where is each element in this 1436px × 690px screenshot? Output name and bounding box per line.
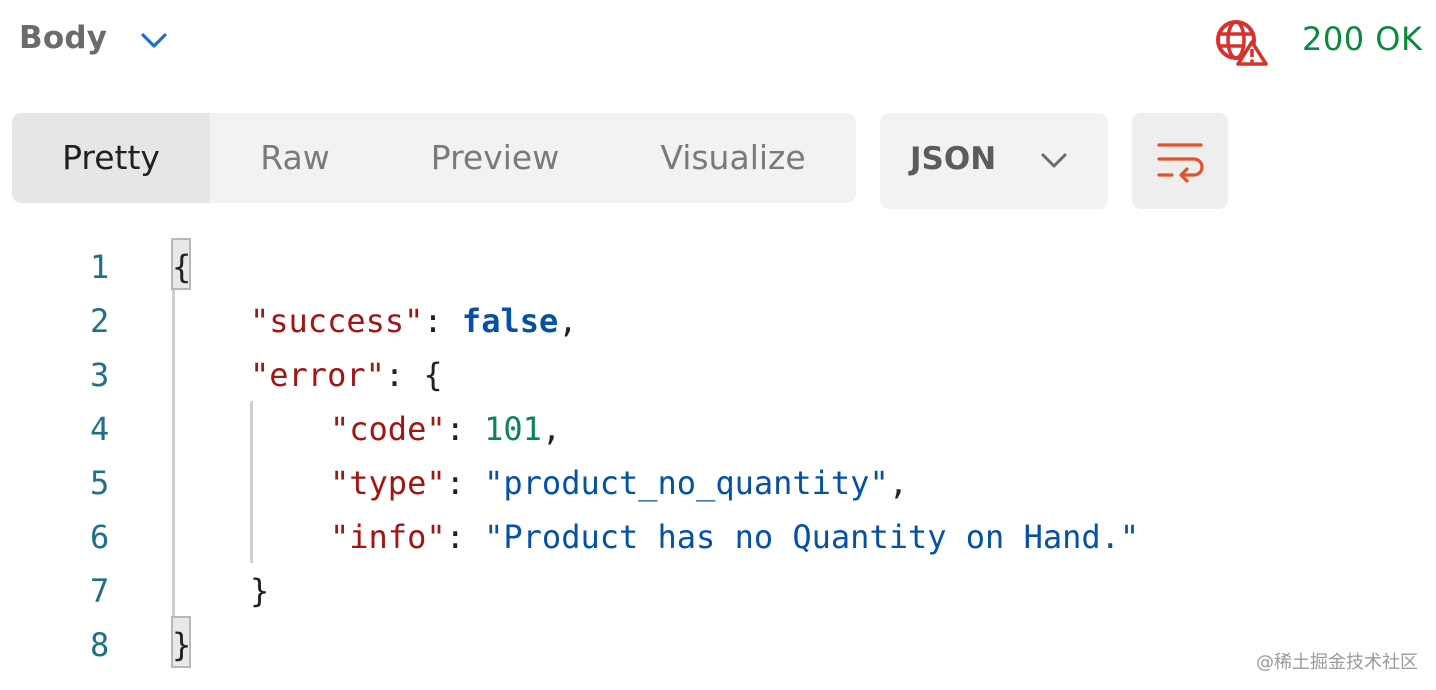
line-number: 1 bbox=[90, 248, 110, 286]
code-line: 7 } bbox=[0, 564, 1436, 618]
format-value: JSON bbox=[910, 141, 997, 177]
line-number: 5 bbox=[90, 464, 110, 502]
tab-pretty[interactable]: Pretty bbox=[12, 113, 210, 203]
close-brace: } bbox=[172, 626, 192, 664]
json-comma: , bbox=[541, 410, 562, 448]
line-number: 2 bbox=[90, 302, 110, 340]
close-brace: } bbox=[250, 572, 270, 610]
code-line: 3 "error": { bbox=[0, 348, 1436, 402]
code-line: 8 } bbox=[0, 618, 1436, 672]
json-separator: : bbox=[445, 410, 485, 448]
code-line: 5 "type": "product_no_quantity", bbox=[0, 456, 1436, 510]
wrap-lines-button[interactable] bbox=[1132, 113, 1228, 209]
tab-raw[interactable]: Raw bbox=[210, 113, 380, 203]
chevron-down-icon[interactable] bbox=[136, 26, 172, 56]
status-code: 200 OK bbox=[1302, 20, 1423, 58]
json-string: "Product has no Quantity on Hand." bbox=[484, 518, 1140, 556]
json-separator: : bbox=[445, 464, 485, 502]
tab-preview[interactable]: Preview bbox=[380, 113, 610, 203]
json-separator: : bbox=[445, 518, 485, 556]
json-key: "code" bbox=[330, 410, 446, 448]
json-string: "product_no_quantity" bbox=[484, 464, 889, 502]
open-brace: { bbox=[172, 248, 192, 286]
json-comma: , bbox=[558, 302, 578, 340]
format-dropdown[interactable]: JSON bbox=[880, 113, 1108, 209]
globe-warning-icon[interactable] bbox=[1214, 18, 1268, 66]
line-number: 6 bbox=[90, 518, 110, 556]
open-brace: { bbox=[423, 356, 443, 394]
code-line: 1 { bbox=[0, 240, 1436, 294]
view-tabs: Pretty Raw Preview Visualize bbox=[12, 113, 856, 203]
code-line: 6 "info": "Product has no Quantity on Ha… bbox=[0, 510, 1436, 564]
response-header: Body 200 OK bbox=[0, 0, 1436, 84]
line-number: 8 bbox=[90, 626, 110, 664]
line-number: 4 bbox=[90, 410, 110, 448]
chevron-down-icon bbox=[1041, 153, 1067, 168]
json-code-viewer[interactable]: 1 { 2 "success": false, 3 "error": { 4 "… bbox=[0, 238, 1436, 678]
json-key: "type" bbox=[330, 464, 446, 502]
code-line: 4 "code": 101, bbox=[0, 402, 1436, 456]
json-key: "error" bbox=[250, 356, 385, 394]
wrap-lines-icon bbox=[1157, 143, 1204, 183]
json-number: 101 bbox=[484, 410, 542, 448]
json-key: "info" bbox=[330, 518, 446, 556]
json-separator: : bbox=[384, 356, 424, 394]
watermark: @稀土掘金技术社区 bbox=[1256, 652, 1418, 673]
section-label[interactable]: Body bbox=[19, 20, 107, 56]
line-number: 3 bbox=[90, 356, 110, 394]
json-key: "success" bbox=[250, 302, 424, 340]
line-number: 7 bbox=[90, 572, 110, 610]
json-boolean: false bbox=[461, 302, 559, 340]
json-comma: , bbox=[888, 464, 908, 502]
code-line: 2 "success": false, bbox=[0, 294, 1436, 348]
tab-visualize[interactable]: Visualize bbox=[610, 113, 856, 203]
json-separator: : bbox=[423, 302, 462, 340]
